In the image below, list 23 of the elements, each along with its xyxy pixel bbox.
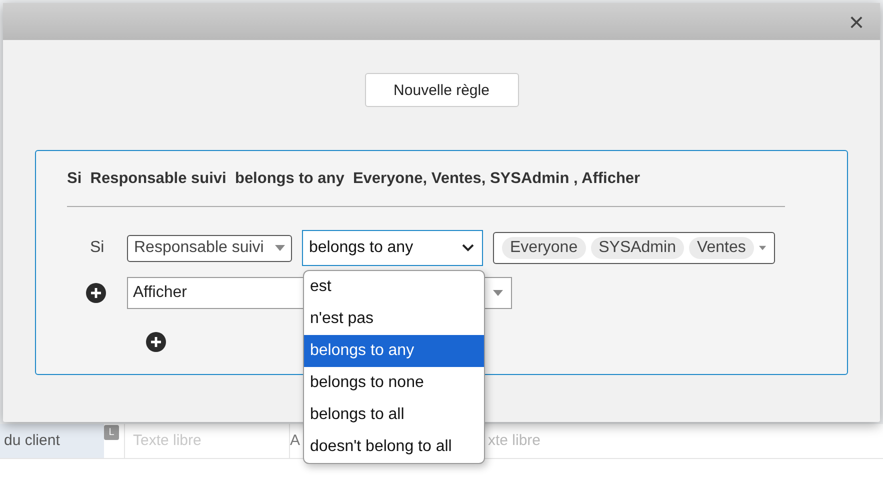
table-cell-text: xte libre bbox=[487, 431, 542, 451]
condition-label: Si bbox=[89, 239, 106, 257]
operator-select[interactable]: belongs to any bbox=[302, 230, 483, 266]
menu-item[interactable]: belongs to any bbox=[304, 335, 484, 367]
column-label: du client bbox=[0, 424, 104, 458]
add-icon[interactable] bbox=[86, 283, 106, 303]
badge: L bbox=[104, 425, 119, 440]
new-rule-button[interactable]: Nouvelle règle bbox=[364, 73, 518, 107]
add-icon[interactable] bbox=[146, 332, 166, 352]
caret-icon bbox=[493, 290, 503, 296]
close-button[interactable]: × bbox=[844, 8, 868, 34]
menu-item[interactable]: n'est pas bbox=[304, 303, 484, 335]
field-select[interactable]: Responsable suivi bbox=[127, 234, 292, 262]
values-select[interactable]: Everyone SYSAdmin Ventes bbox=[493, 232, 775, 264]
rule-summary: Si Responsable suivi belongs to any Everyone, Ventes, SYSAdmin , Afficher bbox=[67, 170, 642, 188]
menu-item[interactable]: belongs to none bbox=[304, 367, 484, 399]
chevron-down-icon bbox=[462, 244, 474, 252]
value-tag: Ventes bbox=[688, 237, 754, 259]
caret-icon bbox=[275, 245, 285, 251]
caret-icon bbox=[758, 245, 766, 251]
value-tag: SYSAdmin bbox=[590, 237, 684, 259]
value-tag: Everyone bbox=[502, 237, 586, 259]
menu-item[interactable]: est bbox=[304, 271, 484, 303]
